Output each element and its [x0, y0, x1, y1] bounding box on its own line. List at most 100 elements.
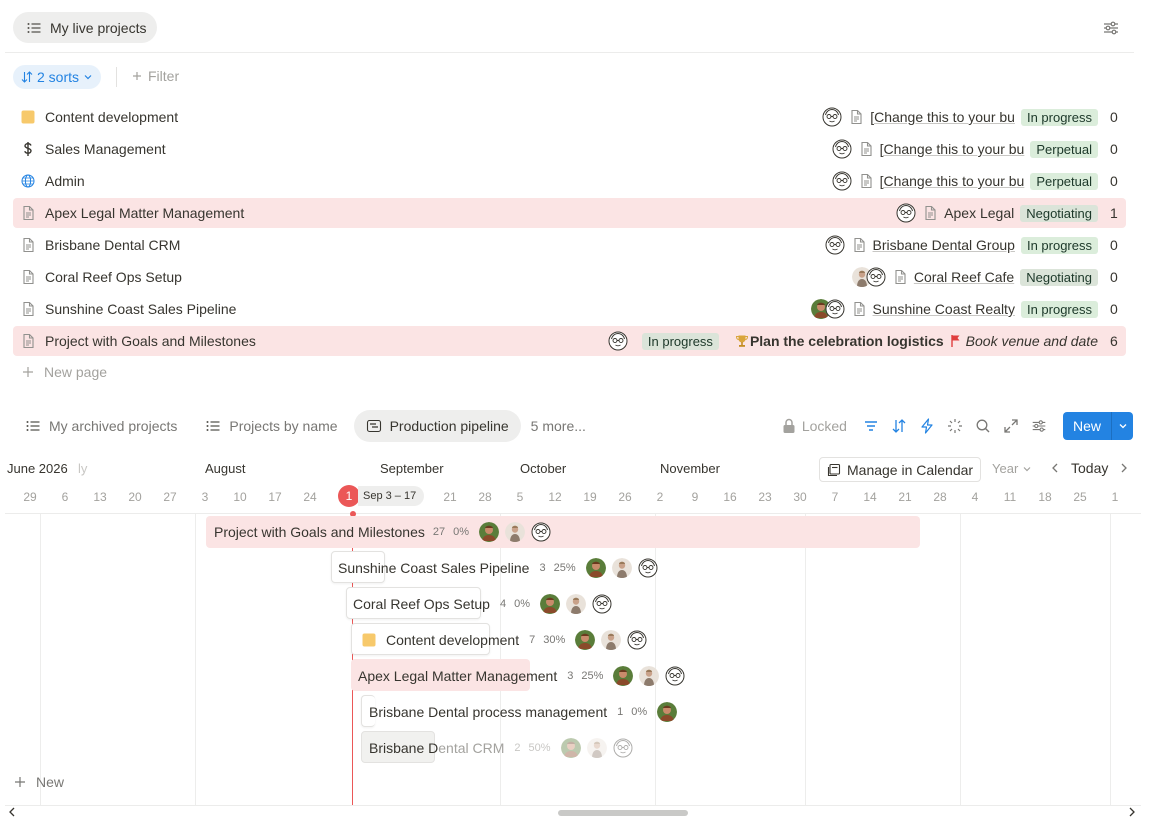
page-icon	[20, 269, 36, 285]
search-icon[interactable]	[973, 416, 993, 436]
avatar	[566, 594, 586, 614]
client-link[interactable]: Coral Reef Cafe	[892, 269, 1014, 285]
project-title: Admin	[45, 173, 85, 189]
project-row[interactable]: Coral Reef Ops Setup Coral Reef Cafe Neg…	[13, 262, 1126, 292]
scroll-left-icon[interactable]	[8, 807, 16, 817]
status-badge: In progress	[1020, 108, 1098, 126]
chevron-left-icon[interactable]	[1049, 462, 1061, 474]
timeline-bar-content: Apex Legal Matter Management 3 25%	[358, 660, 685, 692]
divider	[5, 52, 1134, 53]
sort-icon[interactable]	[889, 416, 909, 436]
client-link[interactable]: [Change this to your bu	[858, 173, 1024, 189]
page-icon	[858, 141, 874, 157]
settings-icon[interactable]	[1029, 416, 1049, 436]
new-button[interactable]: New	[1062, 412, 1133, 440]
avatar	[825, 299, 845, 319]
goal-label: Plan the celebration logistics	[749, 333, 944, 349]
bar-title: Coral Reef Ops Setup	[353, 596, 490, 612]
day-label: 1	[1111, 490, 1119, 504]
project-row[interactable]: Admin [Change this to your bu Perpetual …	[13, 166, 1126, 196]
tab-my-archived-projects[interactable]: My archived projects	[13, 410, 189, 442]
avatar	[540, 594, 560, 614]
timeline-bar[interactable]: Project with Goals and Milestones 27 0%	[206, 516, 920, 548]
month-label: September	[380, 461, 444, 476]
filter-label: Filter	[148, 68, 180, 84]
day-label: 26	[618, 490, 632, 504]
project-row[interactable]: Content development [Change this to your…	[13, 102, 1126, 132]
new-page-button[interactable]: New page	[22, 364, 107, 380]
timescale-label: Year	[992, 461, 1019, 476]
timescale-select[interactable]: Year	[992, 461, 1032, 476]
day-label: 29	[23, 490, 37, 504]
filter-icon[interactable]	[861, 416, 881, 436]
horizontal-scrollbar[interactable]	[558, 810, 688, 816]
day-label: 27	[163, 490, 177, 504]
chevron-down-icon	[83, 72, 93, 82]
timeline-bottom-border	[5, 805, 1141, 806]
sorts-button[interactable]: 2 sorts	[13, 65, 102, 89]
manage-label: Manage in Calendar	[847, 461, 974, 478]
day-label: 6	[61, 490, 69, 504]
timeline-bar-content: Sunshine Coast Sales Pipeline 3 25%	[338, 552, 658, 584]
tab-production-pipeline[interactable]: Production pipeline	[353, 410, 521, 442]
status-badge: Negotiating	[1020, 268, 1098, 286]
more-views-button[interactable]: 5 more...	[531, 418, 586, 434]
assignees	[540, 594, 612, 614]
today-button[interactable]: Today	[1071, 460, 1108, 476]
page-icon	[922, 205, 938, 221]
project-row[interactable]: Apex Legal Matter Management Apex Legal …	[13, 198, 1126, 228]
project-row[interactable]: Brisbane Dental CRM Brisbane Dental Grou…	[13, 230, 1126, 260]
bar-count: 4	[499, 598, 507, 610]
project-row[interactable]: Sales Management [Change this to your bu…	[13, 134, 1126, 164]
client-link[interactable]: [Change this to your bu	[848, 109, 1015, 125]
page-icon	[20, 301, 36, 317]
timeline-new-button[interactable]: New	[14, 774, 64, 790]
client-link[interactable]: Sunshine Coast Realty	[851, 301, 1015, 317]
tab-label: Production pipeline	[389, 418, 509, 434]
chevron-right-icon[interactable]	[1118, 462, 1130, 474]
month-label: August	[205, 461, 246, 476]
bar-progress: 0%	[631, 706, 648, 718]
chevron-down-icon[interactable]	[1111, 412, 1133, 440]
day-label: 23	[758, 490, 772, 504]
avatar	[592, 594, 612, 614]
manage-in-calendar-button[interactable]: Manage in Calendar	[819, 457, 982, 482]
new-button-label[interactable]: New	[1062, 412, 1111, 440]
avatar-group	[811, 299, 845, 319]
status-badge: In progress	[1020, 300, 1098, 318]
locked-indicator[interactable]: Locked	[782, 418, 847, 434]
sorts-label: 2 sorts	[37, 69, 80, 85]
bar-title: Apex Legal Matter Management	[358, 668, 558, 684]
page-icon	[20, 333, 36, 349]
month-gridline	[40, 514, 41, 805]
view-settings-icon[interactable]	[1101, 18, 1121, 38]
client-link[interactable]: [Change this to your bu	[858, 141, 1025, 157]
globe-icon	[20, 173, 36, 189]
assignees	[575, 630, 647, 650]
day-label: 10	[233, 490, 247, 504]
bar-count: 7	[529, 634, 536, 646]
client-link-label: Brisbane Dental Group	[872, 237, 1015, 253]
day-label: 2	[656, 490, 664, 504]
client-link[interactable]: Brisbane Dental Group	[851, 237, 1015, 253]
month-label: ly	[78, 461, 88, 476]
client-link[interactable]: Apex Legal	[922, 205, 1014, 221]
project-row[interactable]: Sunshine Coast Sales Pipeline Sunshine C…	[13, 294, 1126, 324]
project-row[interactable]: Project with Goals and Milestones In pro…	[13, 326, 1126, 356]
status-badge: In progress	[641, 332, 719, 350]
ai-sparkle-icon[interactable]	[945, 416, 965, 436]
expand-icon[interactable]	[1001, 416, 1021, 436]
filter-button[interactable]: Filter	[132, 68, 179, 84]
day-label: 7	[831, 490, 839, 504]
month-label: June 2026	[7, 461, 68, 476]
view-tab-my-live-projects[interactable]: My live projects	[13, 12, 158, 43]
bar-progress: 30%	[543, 634, 566, 646]
bar-count: 2	[514, 742, 521, 754]
client-link-label: [Change this to your bu	[879, 141, 1025, 157]
month-gridline	[805, 514, 806, 805]
page-icon	[851, 301, 867, 317]
task-count: 0	[1110, 269, 1118, 285]
automation-icon[interactable]	[917, 416, 937, 436]
tab-projects-by-name[interactable]: Projects by name	[193, 410, 349, 442]
scroll-right-icon[interactable]	[1128, 807, 1136, 817]
